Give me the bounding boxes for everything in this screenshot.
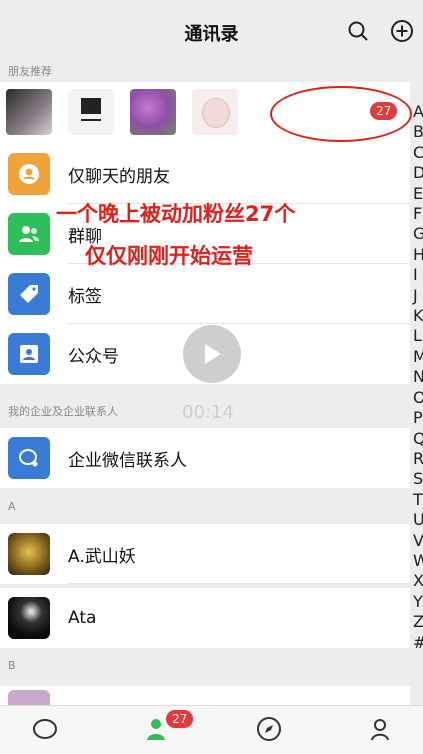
contact-row[interactable]: Ata [0,588,410,648]
video-timestamp: 00:14 [182,402,234,423]
contact-row[interactable]: A.武山妖 [0,524,410,584]
index-letter[interactable]: V [413,531,423,551]
index-letter[interactable]: F [413,204,423,224]
contact-name: A.武山妖 [68,546,136,567]
index-letter[interactable]: S [413,469,423,489]
index-letter[interactable]: W [413,551,423,571]
index-letter[interactable]: E [413,184,423,204]
avatar [8,533,50,575]
index-letter[interactable]: G [413,224,423,244]
section-letter-a: A [8,500,16,513]
recommend-avatar[interactable] [68,89,114,135]
index-letter[interactable]: D [413,163,423,183]
index-letter[interactable]: K [413,306,423,326]
chat-tab-icon[interactable] [30,714,60,744]
play-button[interactable] [183,325,241,383]
index-letter[interactable]: M [413,347,423,367]
official-account-icon [8,333,50,375]
section-letter-b: B [8,659,16,672]
index-letter[interactable]: # [413,633,423,653]
index-letter[interactable]: Y [413,592,423,612]
alphabet-index[interactable]: ABCDEFGHIJKLMNOPQRSTUVWXYZ# [413,102,423,653]
index-letter[interactable]: N [413,367,423,387]
index-letter[interactable]: Z [413,612,423,632]
section-enterprise: 我的企业及企业联系人 [8,405,118,418]
add-circle-icon[interactable] [389,18,415,44]
index-letter[interactable]: O [413,388,423,408]
contact-row[interactable] [0,686,410,705]
me-tab-icon[interactable] [365,714,395,744]
bottom-tab-bar: 27 [0,705,423,754]
row-wecom-contacts[interactable]: 企业微信联系人 [0,428,410,488]
section-friend-recommend: 朋友推荐 [8,65,52,78]
index-letter[interactable]: X [413,571,423,591]
index-letter[interactable]: I [413,265,423,285]
status-bar [0,0,423,8]
contacts-tab-badge: 27 [166,710,194,728]
recommend-avatar[interactable] [6,89,52,135]
row-chat-only-friends[interactable]: 仅聊天的朋友 [0,144,410,204]
recommend-avatar[interactable] [130,89,176,135]
row-label: 公众号 [68,346,119,367]
index-letter[interactable]: L [413,326,423,346]
top-bar: 通讯录 [0,8,423,58]
row-label: 仅聊天的朋友 [68,166,170,187]
index-letter[interactable]: C [413,143,423,163]
highlight-circle [270,86,412,142]
index-letter[interactable]: R [413,449,423,469]
group-icon [8,213,50,255]
discover-tab-icon[interactable] [254,714,284,744]
search-icon[interactable] [345,18,371,44]
index-letter[interactable]: A [413,102,423,122]
avatar [8,597,50,639]
index-letter[interactable]: Q [413,429,423,449]
index-letter[interactable]: H [413,245,423,265]
index-letter[interactable]: B [413,122,423,142]
index-letter[interactable]: T [413,490,423,510]
index-letter[interactable]: U [413,510,423,530]
page-title: 通讯录 [184,24,239,45]
row-label: 标签 [68,286,102,307]
wecom-icon [8,437,50,479]
recommend-avatar[interactable] [192,89,238,135]
row-label: 企业微信联系人 [68,450,187,471]
index-letter[interactable]: J [413,286,423,306]
index-letter[interactable]: P [413,408,423,428]
tag-icon [8,273,50,315]
avatar [8,690,50,705]
person-icon [8,153,50,195]
overlay-caption-1: 一个晚上被动加粉丝27个 [56,202,296,226]
contact-name: Ata [68,608,97,628]
row-tags[interactable]: 标签 [0,264,410,324]
overlay-caption-2: 仅仅刚刚开始运营 [85,244,253,268]
